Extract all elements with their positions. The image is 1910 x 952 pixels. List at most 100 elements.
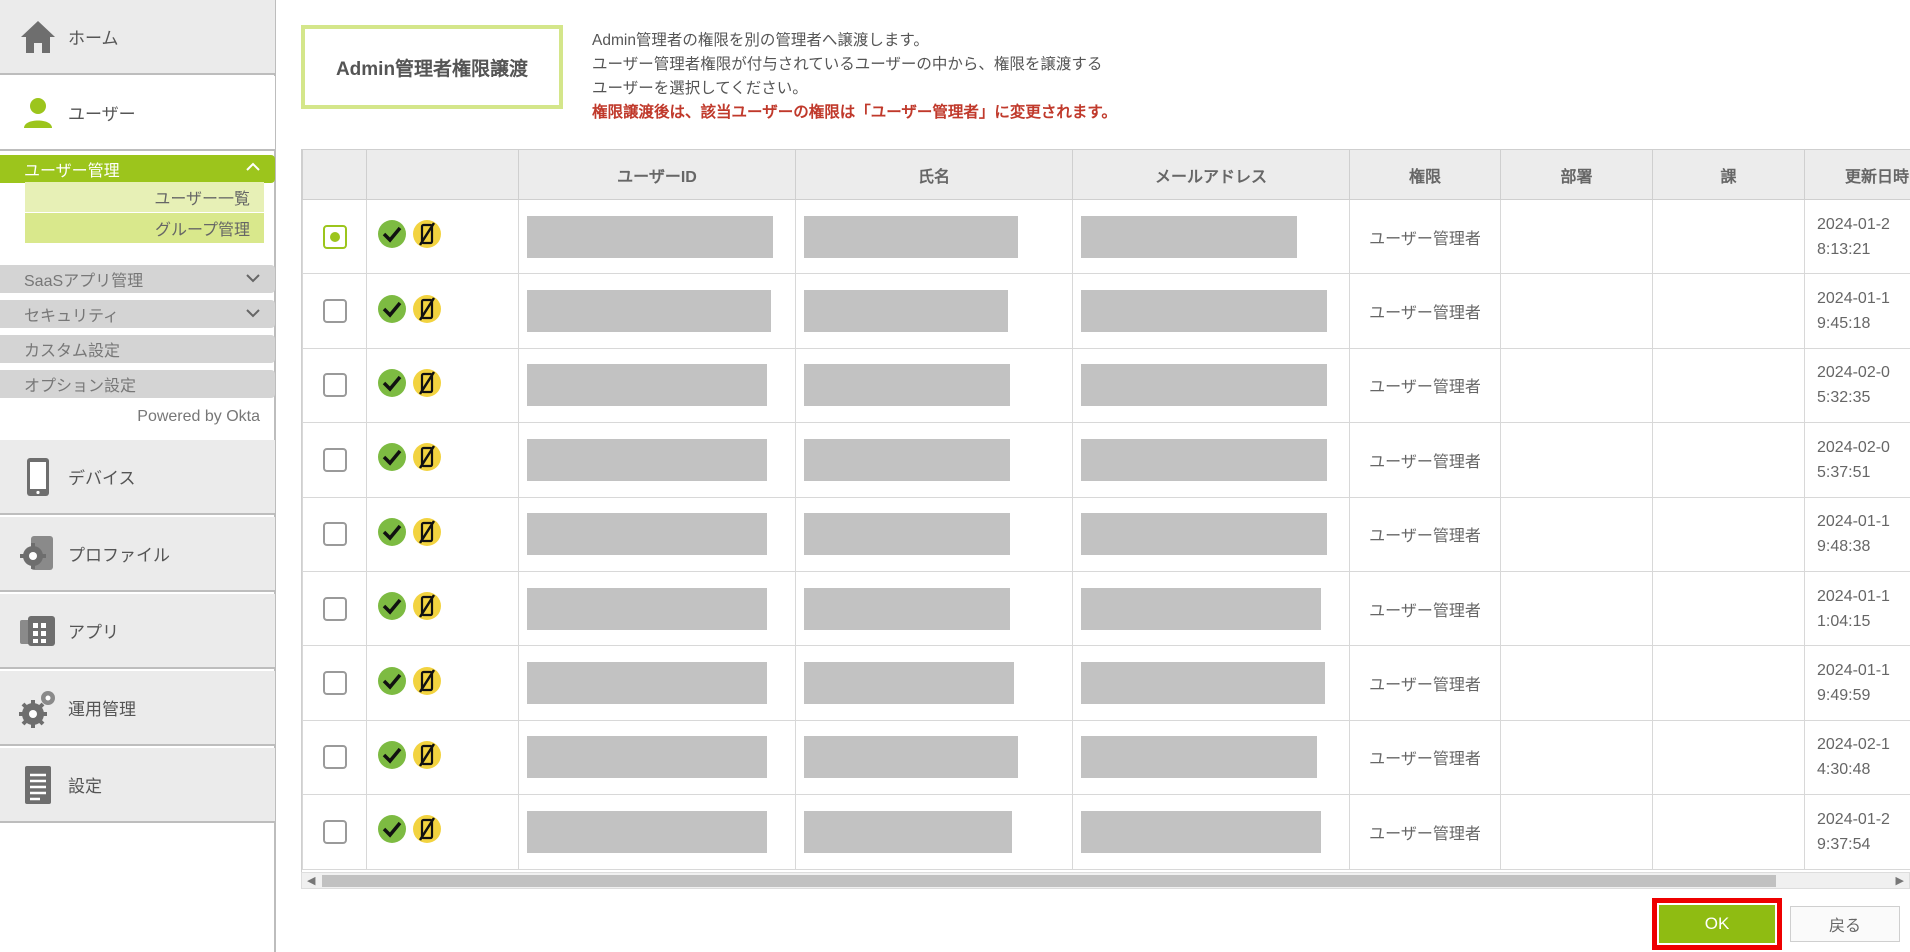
nav-app[interactable]: アプリ (0, 594, 275, 669)
redacted-name (804, 662, 1014, 705)
document-icon (18, 765, 58, 805)
column-header-department[interactable]: 部署 (1500, 149, 1653, 200)
row-select-radio[interactable] (322, 596, 347, 621)
check-status-icon (377, 219, 407, 254)
table-row[interactable]: ユーザー管理者 2024-02-0 5:32:35 (302, 347, 1910, 424)
department-cell (1500, 347, 1653, 424)
row-select-radio[interactable] (322, 745, 347, 770)
updated-at-date: 2024-01-2 (1817, 810, 1890, 828)
row-select-radio[interactable] (322, 373, 347, 398)
redacted-name (804, 364, 1010, 407)
nav-profile[interactable]: プロファイル (0, 517, 275, 592)
updated-at-cell: 2024-01-2 8:13:21 (1804, 198, 1910, 275)
updated-at-date: 2024-01-1 (1817, 587, 1890, 605)
table-row[interactable]: ユーザー管理者 2024-01-2 9:37:54 (302, 794, 1910, 870)
column-header-section[interactable]: 課 (1652, 149, 1805, 200)
horizontal-scrollbar[interactable]: ◀ ▶ (301, 872, 1910, 889)
user-id-cell (518, 347, 796, 424)
email-cell (1072, 719, 1350, 796)
table-row[interactable]: ユーザー管理者 2024-02-1 4:30:48 (302, 719, 1910, 796)
redacted-name (804, 810, 1012, 853)
updated-at-time: 9:45:18 (1817, 315, 1871, 333)
updated-at-time: 4:30:48 (1817, 761, 1871, 779)
name-cell (795, 719, 1073, 796)
scroll-right-icon[interactable]: ▶ (1896, 874, 1904, 887)
row-select-radio[interactable] (322, 224, 347, 249)
submenu-user-list-label: ユーザー一覧 (154, 191, 250, 208)
user-table-container: ユーザーID 氏名 メールアドレス 権限 部署 課 更新日時 ユーザー管理者 2… (301, 149, 1910, 872)
nav-home[interactable]: ホーム (0, 0, 275, 75)
email-cell (1072, 645, 1350, 721)
name-cell (795, 496, 1073, 572)
device-disabled-icon (412, 294, 442, 329)
page-description: Admin管理者の権限を別の管理者へ譲渡します。 ユーザー管理者権限が付与されて… (592, 29, 1117, 125)
redacted-email (1081, 736, 1317, 779)
updated-at-cell: 2024-01-1 1:04:15 (1804, 570, 1910, 647)
column-header-email[interactable]: メールアドレス (1072, 149, 1350, 200)
name-cell (795, 347, 1073, 424)
submenu-user-management[interactable]: ユーザー管理 (0, 155, 275, 183)
email-cell (1072, 496, 1350, 572)
chevron-down-icon (245, 270, 261, 291)
row-select-radio[interactable] (322, 819, 347, 844)
submenu-option-settings[interactable]: オプション設定 (0, 370, 275, 398)
email-cell (1072, 347, 1350, 424)
column-header-user-id[interactable]: ユーザーID (518, 149, 796, 200)
submenu-security[interactable]: セキュリティ (0, 300, 275, 328)
department-cell (1500, 422, 1653, 498)
updated-at-cell: 2024-01-1 9:49:59 (1804, 645, 1910, 721)
updated-at-time: 9:48:38 (1817, 538, 1871, 556)
column-header-role[interactable]: 権限 (1349, 149, 1501, 200)
row-select-radio[interactable] (322, 522, 347, 547)
submenu-group-management[interactable]: グループ管理 (25, 213, 264, 243)
nav-device[interactable]: デバイス (0, 440, 275, 515)
redacted-name (804, 513, 1010, 556)
updated-at-date: 2024-01-1 (1817, 513, 1890, 531)
row-select-cell (302, 347, 367, 424)
table-row[interactable]: ユーザー管理者 2024-01-2 8:13:21 (302, 198, 1910, 275)
nav-user[interactable]: ユーザー (0, 76, 275, 151)
nav-settings[interactable]: 設定 (0, 748, 275, 823)
updated-at-time: 1:04:15 (1817, 612, 1871, 630)
device-disabled-icon (412, 442, 442, 477)
submenu-saas-apps[interactable]: SaaSアプリ管理 (0, 265, 275, 293)
table-row[interactable]: ユーザー管理者 2024-01-1 9:45:18 (302, 273, 1910, 349)
table-row[interactable]: ユーザー管理者 2024-01-1 9:49:59 (302, 645, 1910, 721)
updated-at-date: 2024-01-1 (1817, 290, 1890, 308)
redacted-email (1081, 810, 1321, 853)
row-select-radio[interactable] (322, 299, 347, 324)
check-status-icon (377, 591, 407, 626)
updated-at-cell: 2024-02-0 5:32:35 (1804, 347, 1910, 424)
redacted-user-id (527, 736, 767, 779)
submenu-custom-settings[interactable]: カスタム設定 (0, 335, 275, 363)
table-row[interactable]: ユーザー管理者 2024-01-1 9:48:38 (302, 496, 1910, 572)
row-select-radio[interactable] (322, 671, 347, 696)
column-header-updated-at[interactable]: 更新日時 (1804, 149, 1910, 200)
back-button[interactable]: 戻る (1790, 906, 1900, 942)
table-row[interactable]: ユーザー管理者 2024-01-1 1:04:15 (302, 570, 1910, 647)
scroll-left-icon[interactable]: ◀ (307, 874, 315, 887)
submenu-user-management-label: ユーザー管理 (24, 163, 120, 180)
name-cell (795, 198, 1073, 275)
section-cell (1652, 273, 1805, 349)
column-header-name[interactable]: 氏名 (795, 149, 1073, 200)
check-status-icon (377, 368, 407, 403)
table-row[interactable]: ユーザー管理者 2024-02-0 5:37:51 (302, 422, 1910, 498)
submenu-user-list[interactable]: ユーザー一覧 (25, 182, 264, 212)
redacted-user-id (527, 215, 773, 258)
smartphone-icon (18, 457, 58, 497)
row-status-cell (366, 645, 519, 721)
scrollbar-thumb[interactable] (322, 875, 1776, 887)
row-select-cell (302, 273, 367, 349)
device-disabled-icon (412, 814, 442, 849)
ok-button[interactable]: OK (1659, 905, 1775, 943)
email-cell (1072, 198, 1350, 275)
nav-operations[interactable]: 運用管理 (0, 671, 275, 746)
updated-at-cell: 2024-02-0 5:37:51 (1804, 422, 1910, 498)
row-select-radio[interactable] (322, 447, 347, 472)
warning-message: 権限譲渡後は、該当ユーザーの権限は「ユーザー管理者」に変更されます。 (592, 104, 1117, 121)
device-disabled-icon (412, 591, 442, 626)
row-status-cell (366, 347, 519, 424)
department-cell (1500, 496, 1653, 572)
row-select-cell (302, 570, 367, 647)
